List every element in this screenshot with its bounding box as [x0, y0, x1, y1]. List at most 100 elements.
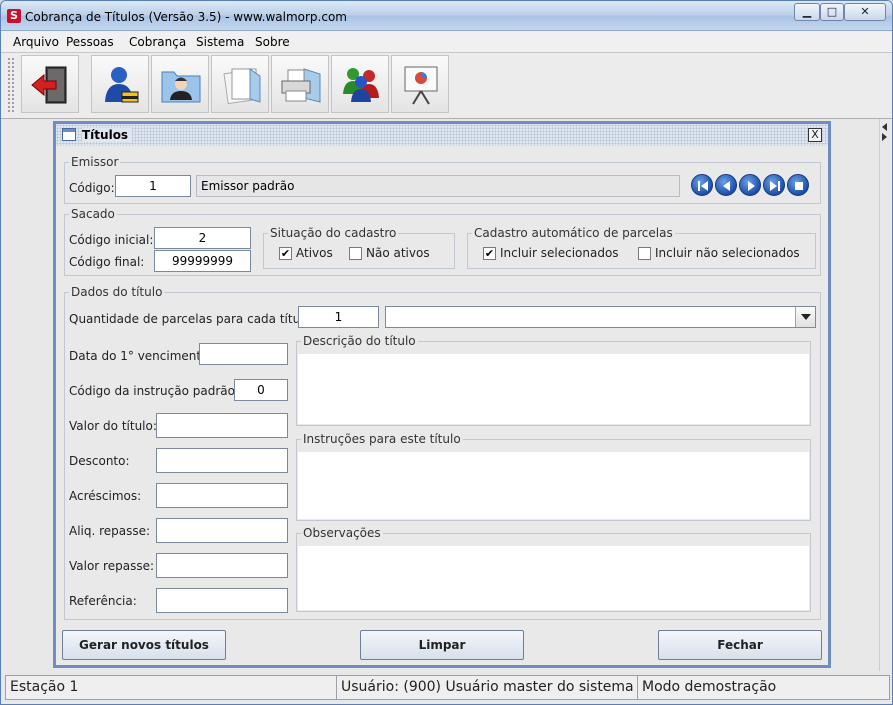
person-folder-button[interactable] [151, 55, 209, 113]
parcelas-combo[interactable] [385, 306, 816, 328]
emissor-nome-field: Emissor padrão [196, 175, 680, 197]
printer-icon [281, 68, 321, 103]
emissor-group: Emissor Código: 1 Emissor padrão [64, 155, 821, 204]
nao-ativos-checkbox[interactable] [349, 247, 362, 260]
app-icon: S [7, 9, 21, 23]
last-icon [770, 181, 780, 191]
valor-repasse-input[interactable] [156, 553, 288, 578]
acrescimos-label: Acréscimos: [69, 489, 142, 503]
observacoes-textarea[interactable] [298, 546, 809, 610]
sacado-legend: Sacado [69, 207, 117, 221]
limpar-button[interactable]: Limpar [360, 630, 524, 660]
observacoes-legend: Observações [301, 526, 383, 540]
menu-cobranca[interactable]: Cobrança [129, 35, 186, 49]
codigo-inicial-label: Código inicial: [69, 233, 154, 247]
gerar-titulos-button[interactable]: Gerar novos títulos [62, 630, 226, 660]
scroll-left-arrow-icon[interactable] [882, 123, 887, 131]
dados-titulo-group: Dados do título Quantidade de parcelas p… [64, 285, 821, 620]
chevron-down-icon[interactable] [795, 307, 815, 327]
cadastro-automatico-legend: Cadastro automático de parcelas [472, 226, 675, 240]
first-record-button[interactable] [691, 174, 713, 196]
valor-titulo-label: Valor do título: [69, 419, 157, 433]
status-estacao: Estação 1 [5, 675, 337, 700]
next-icon [748, 181, 755, 191]
menu-sistema[interactable]: Sistema [196, 35, 244, 49]
title-bar[interactable]: S Cobrança de Títulos (Versão 3.5) - www… [1, 1, 892, 31]
maximize-button[interactable]: □ [820, 3, 844, 21]
desktop-area: Títulos X Emissor Código: 1 Emissor padr… [1, 119, 892, 671]
instrucoes-group: Instruções para este título [296, 432, 811, 521]
data-vencimento-input[interactable] [199, 343, 288, 365]
incluir-selecionados-label: Incluir selecionados [500, 246, 619, 260]
minimize-button[interactable]: ▁ [794, 3, 820, 21]
internal-frame-title-bar[interactable]: Títulos X [56, 124, 828, 146]
instrucao-padrao-input[interactable]: 0 [234, 379, 288, 401]
aliq-repasse-input[interactable] [156, 518, 288, 543]
exit-button[interactable] [21, 55, 79, 113]
first-icon [698, 181, 708, 191]
descricao-group: Descrição do título [296, 334, 811, 426]
internal-frame-close-button[interactable]: X [808, 128, 822, 142]
vertical-scrollbar[interactable] [879, 119, 892, 671]
users-group-button[interactable] [331, 55, 389, 113]
menu-sobre[interactable]: Sobre [255, 35, 290, 49]
instrucoes-textarea[interactable] [298, 452, 809, 519]
window-title: Cobrança de Títulos (Versão 3.5) - www.w… [25, 10, 347, 24]
descricao-textarea[interactable] [298, 354, 809, 424]
print-button[interactable] [271, 55, 329, 113]
documents-button[interactable] [211, 55, 269, 113]
codigo-final-label: Código final: [69, 255, 145, 269]
users-group-icon [343, 68, 379, 102]
toolbar-grip-icon[interactable] [7, 57, 15, 113]
codigo-final-input[interactable]: 99999999 [154, 250, 251, 272]
window-icon [62, 128, 76, 141]
menu-pessoas[interactable]: Pessoas [66, 35, 114, 49]
incluir-nao-selecionados-checkbox[interactable] [638, 247, 651, 260]
instrucao-padrao-label: Código da instrução padrão: [69, 384, 240, 398]
aliq-repasse-label: Aliq. repasse: [69, 524, 151, 538]
documents-icon [223, 68, 261, 105]
referencia-input[interactable] [156, 588, 288, 613]
emissor-codigo-label: Código: [69, 181, 115, 195]
status-bar: Estação 1 Usuário: (900) Usuário master … [1, 672, 892, 704]
close-window-button[interactable]: ✕ [844, 3, 886, 21]
instrucoes-legend: Instruções para este título [301, 432, 463, 446]
toolbar [1, 53, 892, 119]
previous-icon [723, 181, 730, 191]
last-record-button[interactable] [763, 174, 785, 196]
cadastro-automatico-group: Cadastro automático de parcelas ✔ Inclui… [467, 226, 816, 269]
user-lock-icon [105, 67, 139, 103]
presentation-button[interactable] [391, 55, 449, 113]
emissor-legend: Emissor [69, 155, 121, 169]
incluir-selecionados-checkbox[interactable]: ✔ [483, 247, 496, 260]
sacado-group: Sacado Código inicial: 2 Código final: 9… [64, 207, 821, 276]
scroll-right-arrow-icon[interactable] [882, 133, 887, 141]
internal-frame-title: Títulos [82, 128, 133, 142]
qtd-parcelas-label: Quantidade de parcelas para cada título: [69, 312, 315, 326]
ativos-label: Ativos [296, 246, 333, 260]
record-navigator [691, 174, 815, 198]
menu-bar: Arquivo Pessoas Cobrança Sistema Sobre [1, 31, 892, 53]
presentation-icon [404, 66, 438, 105]
users-lock-button[interactable] [91, 55, 149, 113]
emissor-codigo-input[interactable]: 1 [115, 175, 191, 197]
titulos-internal-frame: Títulos X Emissor Código: 1 Emissor padr… [53, 121, 831, 668]
valor-repasse-label: Valor repasse: [69, 559, 155, 573]
acrescimos-input[interactable] [156, 483, 288, 508]
desconto-input[interactable] [156, 448, 288, 473]
previous-record-button[interactable] [715, 174, 737, 196]
valor-titulo-input[interactable] [156, 413, 288, 438]
incluir-nao-selecionados-label: Incluir não selecionados [655, 246, 800, 260]
fechar-button[interactable]: Fechar [658, 630, 822, 660]
stop-icon [795, 182, 803, 190]
menu-arquivo[interactable]: Arquivo [13, 35, 59, 49]
exit-icon [31, 66, 67, 104]
stop-button[interactable] [787, 174, 809, 196]
next-record-button[interactable] [739, 174, 761, 196]
ativos-checkbox[interactable]: ✔ [279, 247, 292, 260]
status-usuario: Usuário: (900) Usuário master do sistema [336, 675, 638, 700]
qtd-parcelas-input[interactable]: 1 [298, 306, 379, 328]
data-vencimento-label: Data do 1° vencimento: [69, 349, 213, 363]
person-folder-icon [161, 71, 201, 103]
codigo-inicial-input[interactable]: 2 [154, 227, 251, 249]
